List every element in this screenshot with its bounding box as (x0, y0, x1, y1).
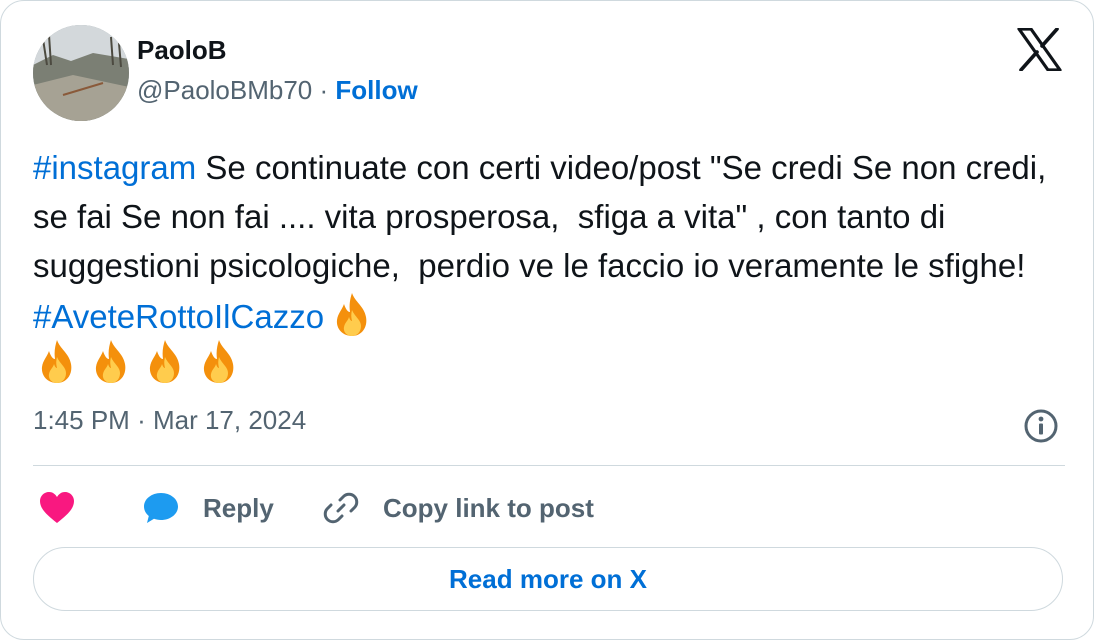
fire-emoji-icon (87, 337, 135, 385)
fire-emoji-icon (141, 337, 189, 385)
hashtag-link[interactable]: #AveteRottoIlCazzo (33, 298, 324, 335)
reply-bubble-icon (144, 493, 178, 523)
separator: · (319, 75, 329, 105)
reply-label: Reply (203, 492, 274, 523)
fire-emoji-icon (195, 337, 243, 385)
heart-icon (40, 492, 74, 523)
post-date: Mar 17, 2024 (152, 405, 307, 435)
post-time: 1:45 PM (33, 405, 130, 435)
author-handle-row: @PaoloBMb70 · Follow (137, 75, 418, 106)
fire-emoji-icon (33, 337, 81, 385)
avatar[interactable] (33, 25, 129, 121)
divider (33, 465, 1065, 466)
author-handle[interactable]: @PaoloBMb70 (137, 75, 312, 105)
like-button[interactable] (39, 485, 75, 531)
reply-button[interactable]: Reply (143, 485, 274, 531)
copy-link-label: Copy link to post (383, 492, 594, 523)
link-icon (323, 492, 359, 524)
info-icon[interactable] (1023, 408, 1059, 444)
x-logo-icon[interactable] (1017, 28, 1062, 71)
separator: · (137, 405, 146, 435)
follow-button[interactable]: Follow (335, 75, 417, 105)
post-timestamp[interactable]: 1:45 PM · Mar 17, 2024 (33, 405, 306, 436)
copy-link-button[interactable]: Copy link to post (323, 485, 594, 531)
post-text: #instagram Se continuate con certi video… (33, 143, 1053, 341)
emoji-row (33, 337, 243, 385)
author-name[interactable]: PaoloB (137, 35, 227, 66)
fire-emoji-icon (328, 290, 376, 338)
hashtag-link[interactable]: #instagram (33, 149, 196, 186)
read-more-button[interactable]: Read more on X (33, 547, 1063, 611)
embedded-post-card: PaoloB @PaoloBMb70 · Follow #instagram S… (0, 0, 1094, 640)
